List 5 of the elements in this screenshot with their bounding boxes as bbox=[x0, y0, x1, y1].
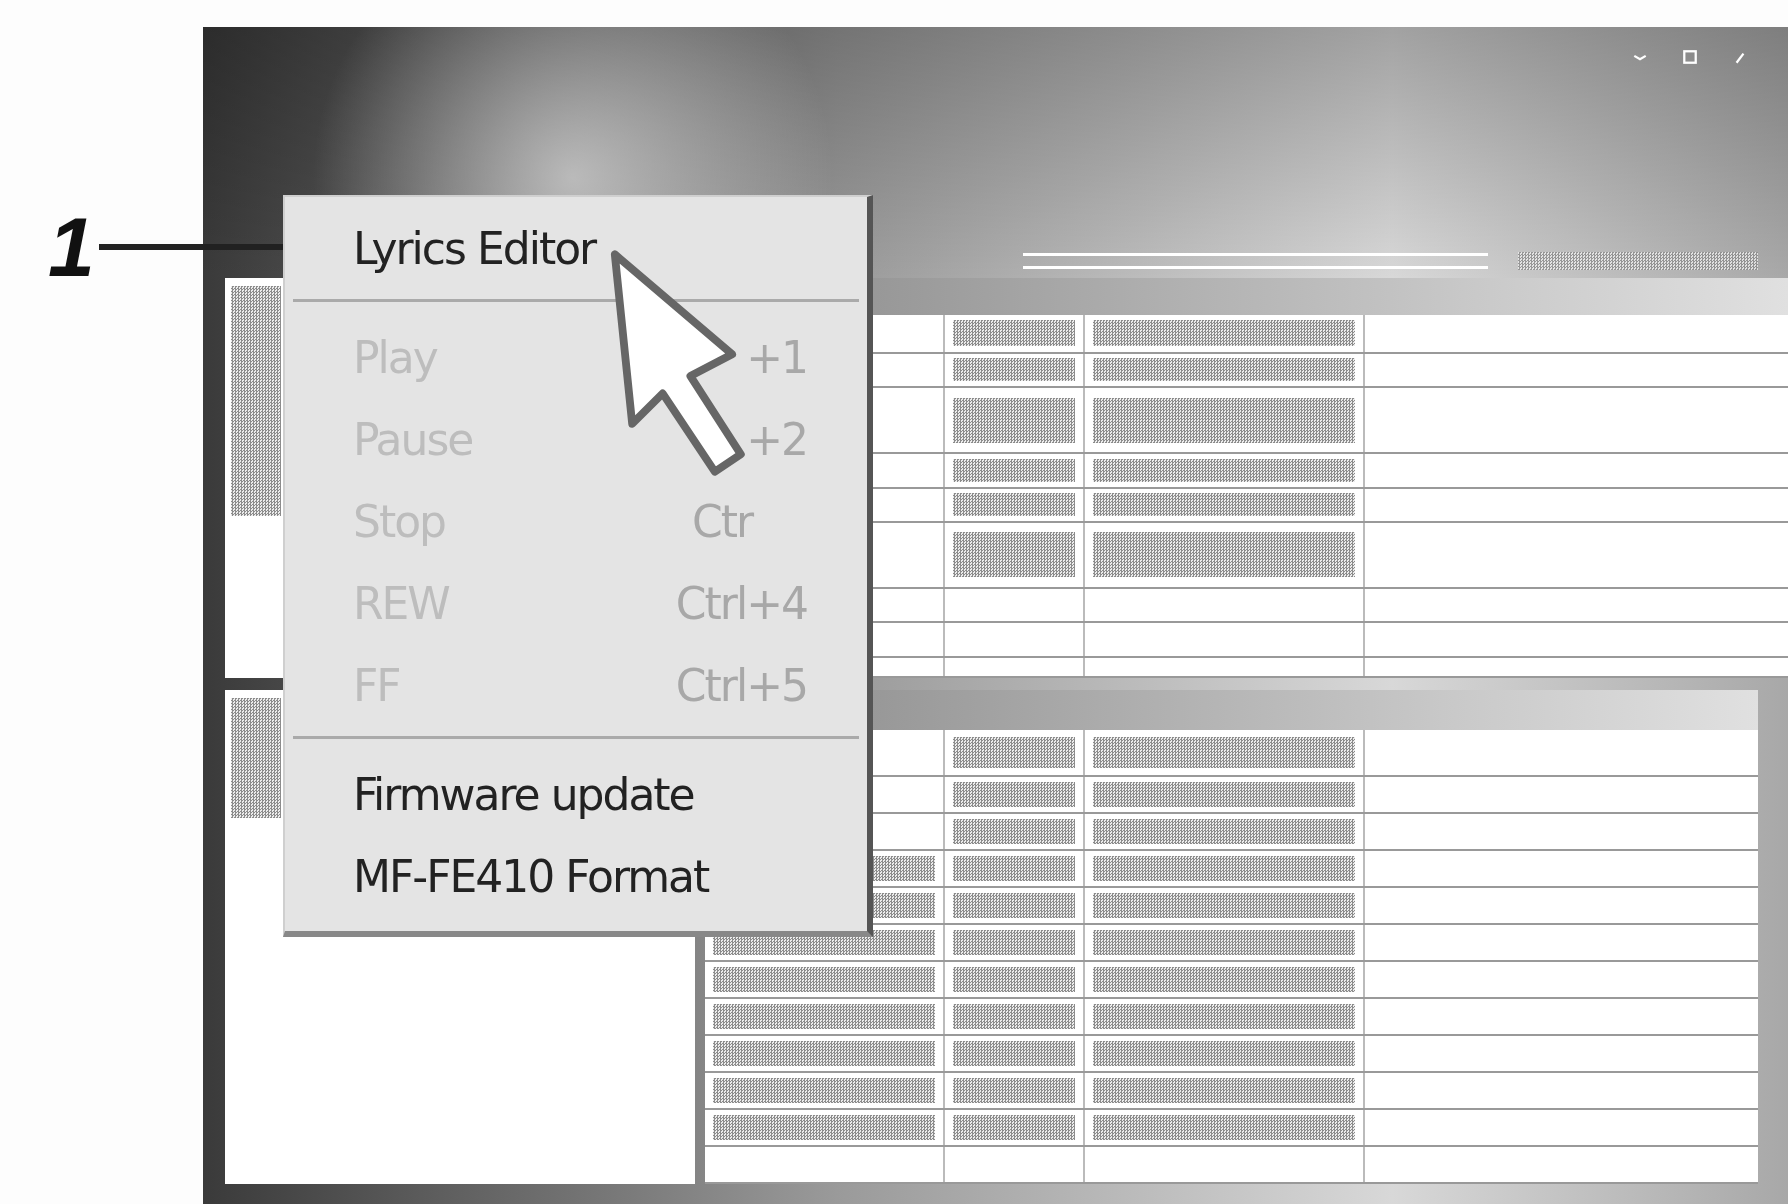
maximize-icon[interactable] bbox=[1682, 49, 1698, 65]
menu-item[interactable]: MF-FE410 Format bbox=[285, 835, 867, 917]
menu-item[interactable]: Lyrics Editor bbox=[285, 207, 867, 289]
callout-number: 1 bbox=[48, 205, 95, 289]
menu-item[interactable]: Firmware update bbox=[285, 753, 867, 835]
